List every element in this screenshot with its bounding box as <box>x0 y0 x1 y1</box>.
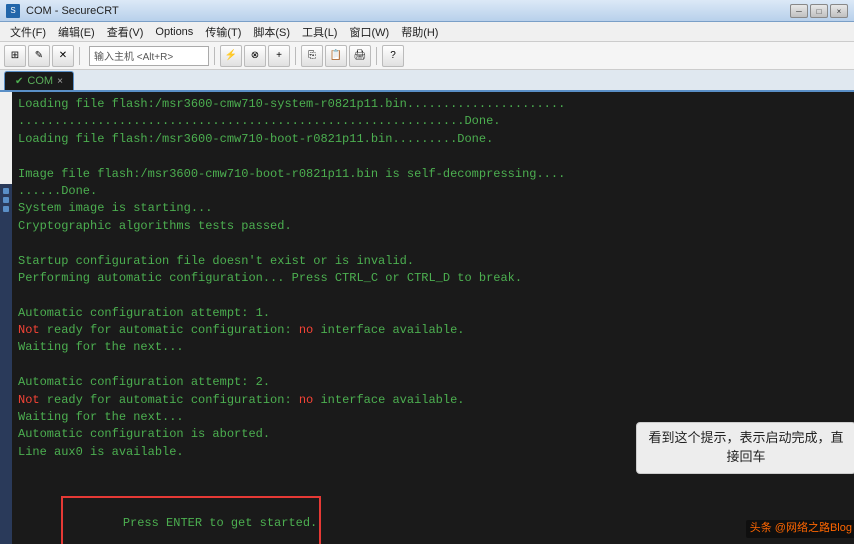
watermark-text: 头条 @网络之路Blog <box>750 522 852 534</box>
title-bar: S COM - SecureCRT ─ □ × <box>0 0 854 22</box>
term-line-16 <box>18 357 854 374</box>
window-controls: ─ □ × <box>790 4 848 18</box>
term-line-14: Not ready for automatic configuration: n… <box>18 322 854 339</box>
app-icon: S <box>6 4 20 18</box>
side-dot-2 <box>3 197 9 203</box>
maximize-button[interactable]: □ <box>810 4 828 18</box>
term-line-10: Startup configuration file doesn't exist… <box>18 253 854 270</box>
tb-btn-2[interactable]: ✎ <box>28 45 50 67</box>
watermark: 头条 @网络之路Blog <box>746 520 854 538</box>
press-enter-highlight: Press ENTER to get started. <box>61 496 321 544</box>
menu-bar: 文件(F) 编辑(E) 查看(V) Options 传输(T) 脚本(S) 工具… <box>0 22 854 42</box>
window-title: COM - SecureCRT <box>26 5 790 17</box>
tab-label: COM <box>27 75 53 87</box>
menu-help[interactable]: 帮助(H) <box>395 22 444 42</box>
menu-options[interactable]: Options <box>149 24 199 40</box>
main-container: Loading file flash:/msr3600-cmw710-syste… <box>0 92 854 544</box>
host-input-box[interactable]: 输入主机 <Alt+R> <box>89 46 209 66</box>
side-dot-1 <box>3 188 9 194</box>
terminal[interactable]: Loading file flash:/msr3600-cmw710-syste… <box>12 92 854 544</box>
tb-btn-info[interactable]: ? <box>382 45 404 67</box>
menu-script[interactable]: 脚本(S) <box>247 22 296 42</box>
term-line-2: ........................................… <box>18 113 854 130</box>
term-line-18: Not ready for automatic configuration: n… <box>18 392 854 409</box>
tb-btn-1[interactable]: ⊞ <box>4 45 26 67</box>
term-line-3: Loading file flash:/msr3600-cmw710-boot-… <box>18 131 854 148</box>
term-line-5: Image file flash:/msr3600-cmw710-boot-r0… <box>18 166 854 183</box>
toolbar-separator-1 <box>79 47 80 65</box>
menu-tools[interactable]: 工具(L) <box>296 22 343 42</box>
menu-view[interactable]: 查看(V) <box>101 22 150 42</box>
host-input-label: 输入主机 <Alt+R> <box>94 48 173 63</box>
tb-btn-paste[interactable]: 📋 <box>325 45 347 67</box>
menu-file[interactable]: 文件(F) <box>4 22 52 42</box>
tab-check-icon: ✔ <box>15 76 23 87</box>
tb-btn-copy[interactable]: ⎘ <box>301 45 323 67</box>
term-line-11: Performing automatic configuration... Pr… <box>18 270 854 287</box>
press-enter-text: Press ENTER to get started. <box>123 516 317 530</box>
tb-btn-disconnect[interactable]: ⊗ <box>244 45 266 67</box>
tb-btn-print[interactable]: 🖨 <box>349 45 371 67</box>
side-panel <box>0 184 12 544</box>
term-line-6: ......Done. <box>18 183 854 200</box>
toolbar: ⊞ ✎ ✕ 输入主机 <Alt+R> ⚡ ⊗ + ⎘ 📋 🖨 ? <box>0 42 854 70</box>
menu-edit[interactable]: 编辑(E) <box>52 22 101 42</box>
menu-window[interactable]: 窗口(W) <box>343 22 395 42</box>
term-line-15: Waiting for the next... <box>18 339 854 356</box>
close-button[interactable]: × <box>830 4 848 18</box>
toolbar-separator-3 <box>295 47 296 65</box>
term-line-8: Cryptographic algorithms tests passed. <box>18 218 854 235</box>
tab-close-icon[interactable]: × <box>57 76 63 87</box>
tb-btn-connect[interactable]: ⚡ <box>220 45 242 67</box>
term-line-9 <box>18 235 854 252</box>
tb-btn-3[interactable]: ✕ <box>52 45 74 67</box>
side-dot-3 <box>3 206 9 212</box>
term-line-4 <box>18 148 854 165</box>
tab-bar: ✔ COM × <box>0 70 854 92</box>
tab-com[interactable]: ✔ COM × <box>4 71 74 90</box>
term-line-13: Automatic configuration attempt: 1. <box>18 305 854 322</box>
minimize-button[interactable]: ─ <box>790 4 808 18</box>
menu-transfer[interactable]: 传输(T) <box>199 22 247 42</box>
tb-btn-new[interactable]: + <box>268 45 290 67</box>
term-line-17: Automatic configuration attempt: 2. <box>18 374 854 391</box>
term-line-7: System image is starting... <box>18 200 854 217</box>
term-line-23: Press ENTER to get started. <box>18 479 854 544</box>
annotation-text: 看到这个提示，表示启动完成，直接回车 <box>648 430 843 464</box>
term-line-1: Loading file flash:/msr3600-cmw710-syste… <box>18 96 854 113</box>
toolbar-separator-2 <box>214 47 215 65</box>
toolbar-separator-4 <box>376 47 377 65</box>
term-line-12 <box>18 287 854 304</box>
annotation-box: 看到这个提示，表示启动完成，直接回车 <box>636 422 854 474</box>
